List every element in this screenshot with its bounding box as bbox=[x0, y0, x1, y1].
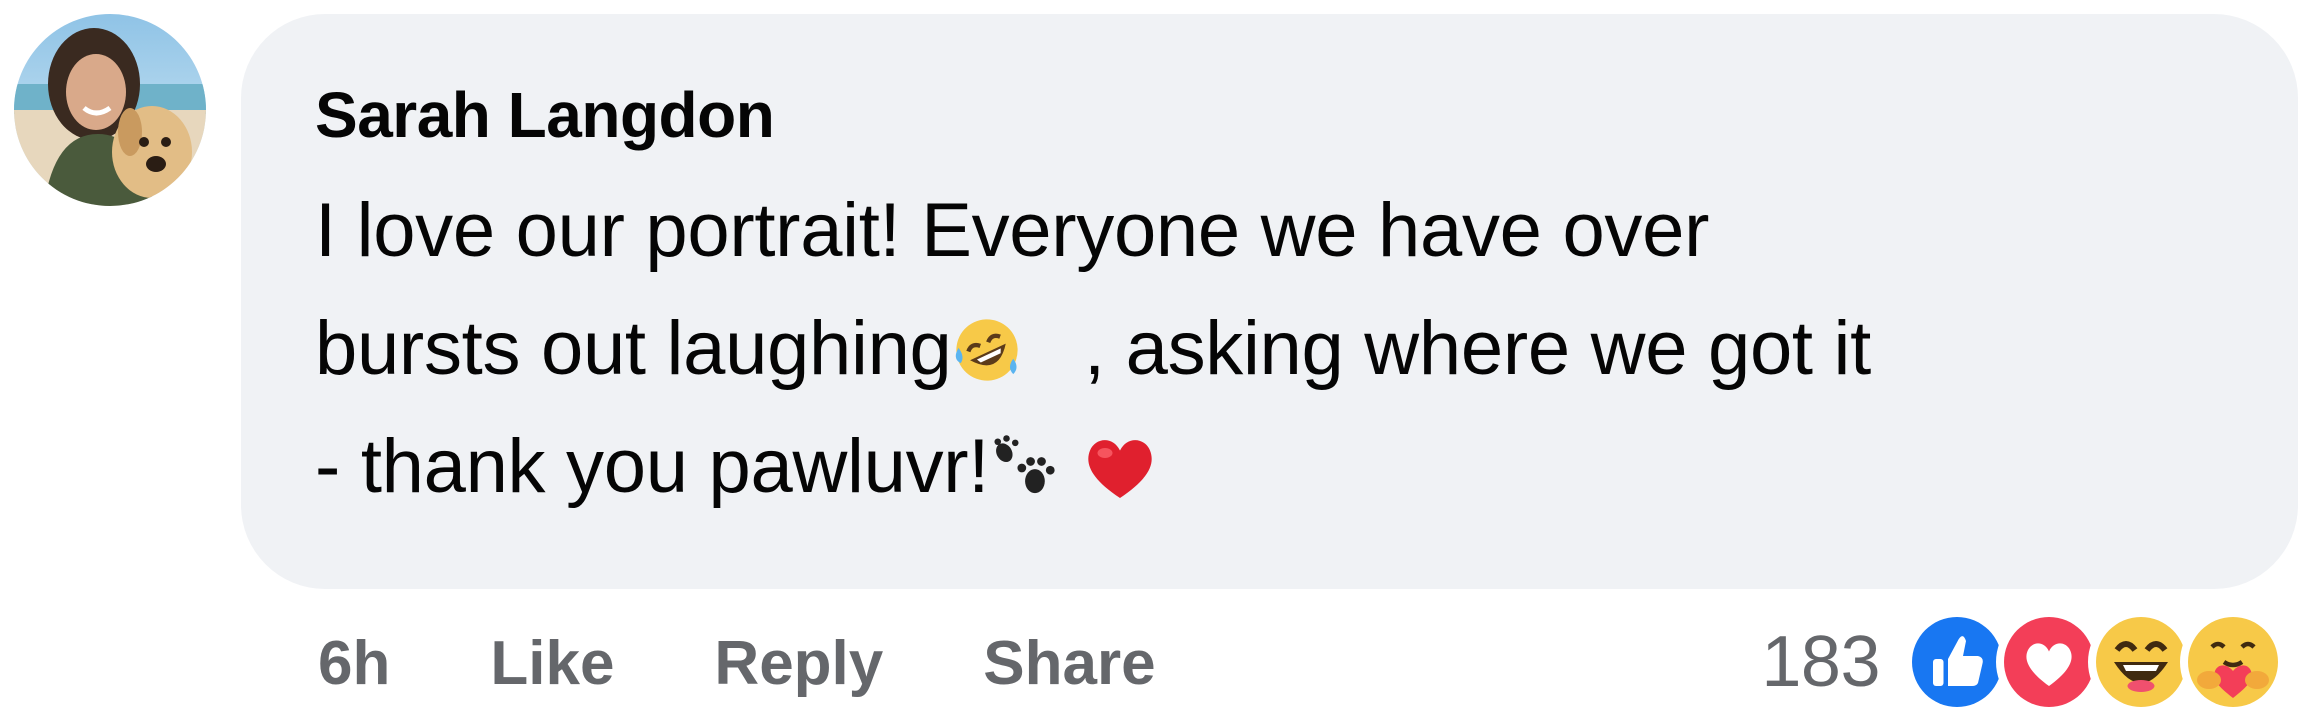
love-reaction-icon bbox=[1996, 609, 2102, 715]
profile-photo bbox=[14, 14, 206, 206]
red-heart-emoji bbox=[1080, 428, 1160, 508]
avatar[interactable] bbox=[14, 14, 206, 206]
reactions-summary[interactable]: 183 bbox=[1761, 609, 2286, 715]
care-reaction-icon bbox=[2180, 609, 2286, 715]
comment-timestamp[interactable]: 6h bbox=[318, 628, 390, 699]
comment-actions: 6h Like Reply Share bbox=[318, 618, 1156, 708]
comment-fragment: , asking where we got it bbox=[1083, 306, 1871, 391]
comment-line: I love our portrait! Everyone we have ov… bbox=[315, 188, 1710, 273]
comment-fragment: - thank you pawluvr! bbox=[315, 424, 990, 509]
haha-reaction-icon bbox=[2088, 609, 2194, 715]
like-reaction-icon bbox=[1904, 609, 2010, 715]
comment-text: I love our portrait! Everyone we have ov… bbox=[315, 172, 2228, 526]
reply-button[interactable]: Reply bbox=[714, 628, 883, 699]
share-button[interactable]: Share bbox=[983, 628, 1155, 699]
comment-bubble: Sarah Langdon I love our portrait! Every… bbox=[241, 14, 2298, 589]
paw-prints-emoji bbox=[989, 433, 1059, 503]
comment-author[interactable]: Sarah Langdon bbox=[315, 68, 2228, 162]
reaction-icons bbox=[1904, 609, 2286, 715]
reaction-count: 183 bbox=[1761, 622, 1880, 702]
comment-fragment: bursts out laughing bbox=[315, 306, 952, 391]
rolling-on-floor-laughing-emoji bbox=[952, 315, 1022, 385]
like-button[interactable]: Like bbox=[490, 628, 614, 699]
comment-line: - thank you pawluvr! bbox=[315, 408, 2228, 526]
comment-line: bursts out laughing , asking where we go… bbox=[315, 290, 2228, 408]
